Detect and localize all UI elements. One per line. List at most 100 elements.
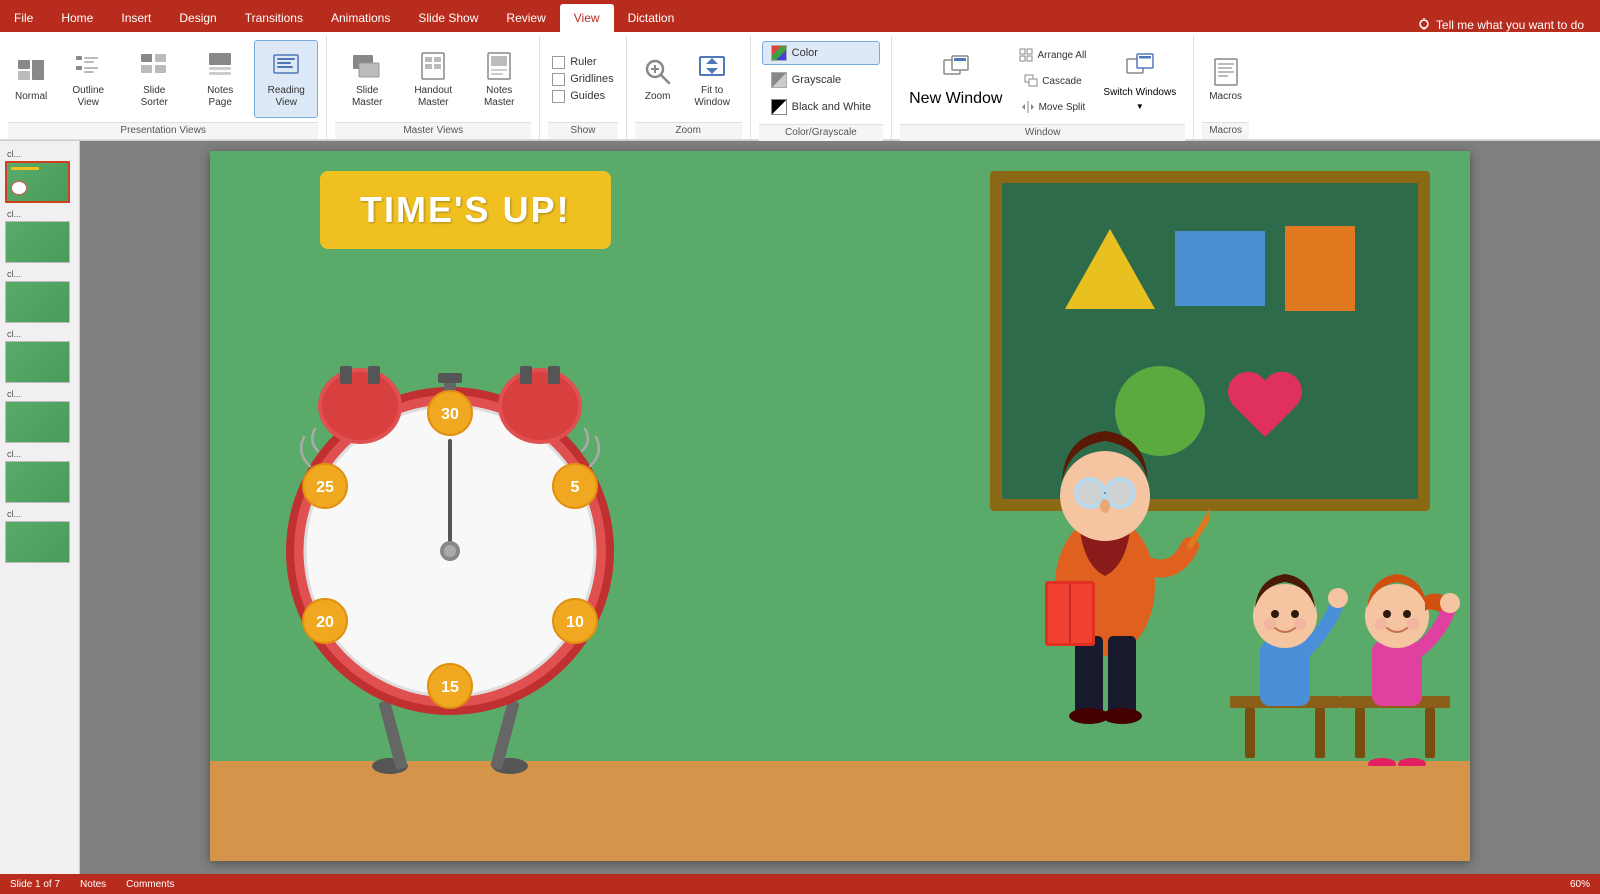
slide-sorter-button[interactable]: Slide Sorter: [122, 40, 186, 118]
guides-checkbox[interactable]: Guides: [552, 90, 613, 103]
reading-view-button[interactable]: Reading View: [254, 40, 318, 118]
color-grayscale-label: Color/Grayscale: [759, 124, 883, 141]
new-window-label: New Window: [909, 90, 1002, 108]
comments-label[interactable]: Comments: [126, 879, 174, 890]
new-window-button[interactable]: New Window: [900, 42, 1011, 120]
reading-view-label: Reading View: [261, 85, 311, 109]
slides-panel: cl... cl... cl... cl...: [0, 141, 80, 874]
slide-thumb-label-1: cl...: [5, 149, 21, 159]
notes-label[interactable]: Notes: [80, 879, 106, 890]
new-window-icon: [942, 54, 970, 87]
ribbon-group-color-grayscale: Color Grayscale Black and White Color/Gr…: [751, 36, 892, 139]
svg-text:30: 30: [441, 406, 459, 423]
svg-text:15: 15: [441, 679, 459, 696]
ribbon-group-zoom: Zoom Fit to Window Zoom: [627, 36, 751, 139]
slide-thumb-label-7: cl...: [5, 509, 21, 519]
tab-dictation[interactable]: Dictation: [614, 4, 689, 32]
master-views-label: Master Views: [335, 122, 531, 139]
ribbon-group-window: New Window Arrange All: [892, 36, 1194, 139]
tab-animations[interactable]: Animations: [317, 4, 404, 32]
slide-canvas[interactable]: TIME'S UP! TIME LIMIT: 30 seconds: [210, 151, 1470, 861]
zoom-button[interactable]: Zoom: [635, 40, 681, 118]
slide-sorter-icon: [138, 50, 170, 82]
zoom-label: Zoom: [645, 91, 671, 103]
svg-text:20: 20: [316, 614, 334, 631]
slide-thumb-3[interactable]: cl...: [5, 269, 74, 323]
shape-rect: [1285, 226, 1355, 311]
slide-thumb-2[interactable]: cl...: [5, 209, 74, 263]
ribbon-group-master-views: Slide Master Handout Master: [327, 36, 540, 139]
slide-thumb-5[interactable]: cl...: [5, 389, 74, 443]
arrange-all-icon: [1019, 48, 1033, 62]
slide-thumb-6[interactable]: cl...: [5, 449, 74, 503]
tab-bar: File Home Insert Design Transitions Anim…: [0, 0, 1600, 32]
outline-view-label: Outline View: [63, 85, 113, 109]
notes-page-label: Notes Page: [195, 85, 245, 109]
fit-to-window-label: Fit to Window: [690, 85, 735, 109]
svg-text:25: 25: [316, 479, 334, 496]
zoom-label-group: Zoom: [635, 122, 742, 139]
clock-container: 30 5 10 15 20 25: [260, 311, 640, 791]
grayscale-button[interactable]: Grayscale: [762, 68, 880, 92]
normal-view-icon: [15, 56, 47, 88]
tab-insert[interactable]: Insert: [107, 4, 165, 32]
handout-master-button[interactable]: Handout Master: [401, 40, 465, 118]
switch-windows-button[interactable]: Switch Windows ▼: [1094, 42, 1185, 120]
reading-view-icon: [270, 50, 302, 82]
cascade-button[interactable]: Cascade: [1013, 69, 1092, 93]
switch-windows-icon: [1125, 51, 1155, 84]
slide-thumb-img-4: [5, 341, 70, 383]
fit-to-window-button[interactable]: Fit to Window: [683, 40, 742, 118]
macros-button[interactable]: Macros: [1202, 40, 1249, 118]
slide-thumb-img-5: [5, 401, 70, 443]
slide-thumb-label-2: cl...: [5, 209, 21, 219]
ruler-checkbox[interactable]: Ruler: [552, 56, 613, 69]
slide-thumb-1[interactable]: cl...: [5, 149, 74, 203]
ruler-check-box: [552, 56, 565, 69]
tab-slideshow[interactable]: Slide Show: [404, 4, 492, 32]
slide-master-button[interactable]: Slide Master: [335, 40, 399, 118]
ribbon-group-macros: Macros Macros: [1194, 36, 1257, 139]
tab-home[interactable]: Home: [47, 4, 107, 32]
tab-review[interactable]: Review: [492, 4, 559, 32]
outline-view-button[interactable]: Outline View: [56, 40, 120, 118]
ribbon: Normal Outline View: [0, 32, 1600, 141]
notes-master-icon: [483, 50, 515, 82]
svg-text:5: 5: [571, 479, 580, 496]
slide-thumb-label-3: cl...: [5, 269, 21, 279]
gridlines-checkbox[interactable]: Gridlines: [552, 73, 613, 86]
cascade-icon: [1024, 74, 1038, 88]
normal-view-button[interactable]: Normal: [8, 40, 54, 118]
switch-windows-arrow: ▼: [1136, 102, 1144, 111]
tab-transitions[interactable]: Transitions: [231, 4, 317, 32]
switch-windows-label: Switch Windows: [1103, 87, 1176, 99]
zoom-level: 60%: [1570, 879, 1590, 890]
tab-design[interactable]: Design: [165, 4, 230, 32]
tab-file[interactable]: File: [0, 4, 47, 32]
main-area: cl... cl... cl... cl...: [0, 141, 1600, 874]
slide-thumb-7[interactable]: cl...: [5, 509, 74, 563]
guides-check-box: [552, 90, 565, 103]
gridlines-check-box: [552, 73, 565, 86]
tab-view[interactable]: View: [560, 4, 614, 32]
macros-icon: [1210, 56, 1242, 88]
notes-page-button[interactable]: Notes Page: [188, 40, 252, 118]
notes-page-icon: [204, 50, 236, 82]
notes-master-button[interactable]: Notes Master: [467, 40, 531, 118]
slide-thumb-4[interactable]: cl...: [5, 329, 74, 383]
shape-square: [1175, 231, 1265, 306]
shape-triangle: [1065, 229, 1155, 309]
black-and-white-button[interactable]: Black and White: [762, 95, 880, 119]
slide-thumb-label-4: cl...: [5, 329, 21, 339]
move-split-icon: [1021, 100, 1035, 114]
color-button[interactable]: Color: [762, 41, 880, 65]
zoom-icon: [642, 56, 674, 88]
move-split-button[interactable]: Move Split: [1013, 95, 1092, 119]
fit-to-window-icon: [696, 50, 728, 82]
slide-thumb-img-6: [5, 461, 70, 503]
slide-area: TIME'S UP! TIME LIMIT: 30 seconds: [80, 141, 1600, 874]
tell-me-input[interactable]: Tell me what you want to do: [1417, 18, 1584, 32]
lightbulb-icon: [1417, 18, 1431, 32]
arrange-all-button[interactable]: Arrange All: [1013, 43, 1092, 67]
color-swatch: [771, 45, 787, 61]
